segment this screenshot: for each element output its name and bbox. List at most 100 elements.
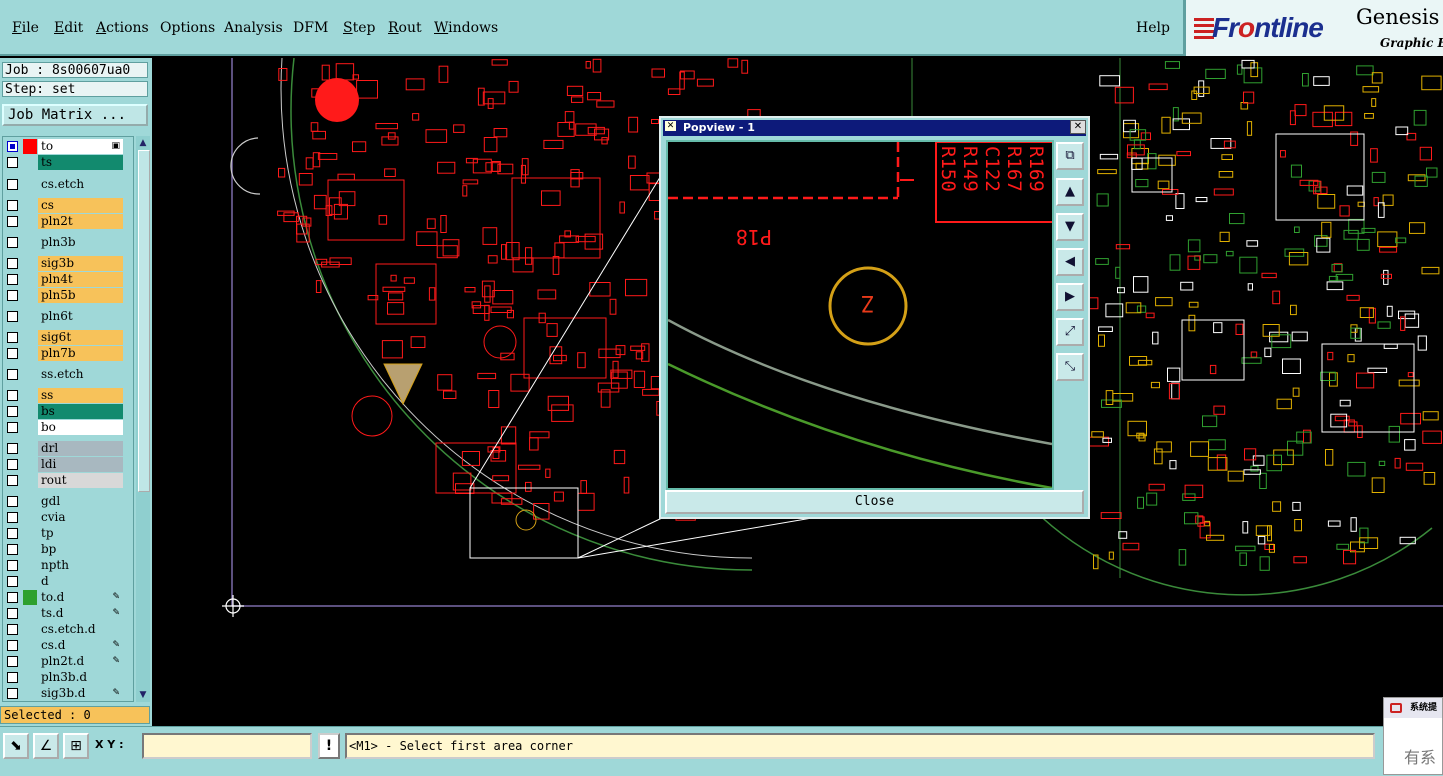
layer-checkbox[interactable] xyxy=(7,157,18,168)
layer-name[interactable]: bp xyxy=(38,542,123,557)
pan-up-button[interactable]: ▲ xyxy=(1056,178,1084,206)
layer-name[interactable]: pln2t xyxy=(38,214,123,229)
layer-name[interactable]: ldi xyxy=(38,457,123,472)
layer-name[interactable]: drl xyxy=(38,441,123,456)
window-menu-icon[interactable]: ✕ xyxy=(665,121,676,131)
layer-name[interactable]: pln7b xyxy=(38,346,123,361)
layer-name[interactable]: rout xyxy=(38,473,123,488)
layer-checkbox[interactable] xyxy=(7,422,18,433)
layer-row-ss-etch[interactable]: ss.etch xyxy=(5,367,123,382)
popview-canvas[interactable]: P18 R169 R167 C122 R149 R150 Z xyxy=(666,140,1054,490)
layer-row-ldi[interactable]: ldi xyxy=(5,457,123,472)
layer-row-cs-etch[interactable]: cs.etch xyxy=(5,177,123,192)
layer-name[interactable]: sig3b xyxy=(38,256,123,271)
menu-analysis[interactable]: Analysis xyxy=(224,20,283,36)
layer-checkbox[interactable] xyxy=(7,688,18,699)
layer-name[interactable]: cs.d xyxy=(38,638,123,653)
layer-name[interactable]: pln4t xyxy=(38,272,123,287)
layer-row-rout[interactable]: rout xyxy=(5,473,123,488)
layer-checkbox[interactable] xyxy=(7,459,18,470)
layer-row-ts[interactable]: ts xyxy=(5,155,123,170)
menu-file[interactable]: File xyxy=(12,20,39,36)
layer-name[interactable]: cs.etch.d xyxy=(38,622,123,637)
popview-window[interactable]: Popview - 1 ✕ ✕ P18 R169 R167 C122 R149 … xyxy=(659,116,1090,519)
scroll-up-icon[interactable]: ▲ xyxy=(137,137,149,149)
layer-checkbox[interactable] xyxy=(7,369,18,380)
zoom-in-button[interactable]: ⤢ xyxy=(1056,318,1084,346)
layer-row-sig6t[interactable]: sig6t xyxy=(5,330,123,345)
layer-row-d[interactable]: d xyxy=(5,574,123,589)
menu-options[interactable]: Options xyxy=(160,20,215,36)
menu-actions[interactable]: Actions xyxy=(96,20,149,36)
layer-row-pln3b[interactable]: pln3b xyxy=(5,235,123,250)
menu-rout[interactable]: Rout xyxy=(388,20,422,36)
layer-row-pln7b[interactable]: pln7b xyxy=(5,346,123,361)
layer-checkbox[interactable] xyxy=(7,216,18,227)
layer-checkbox[interactable] xyxy=(7,406,18,417)
layer-checkbox[interactable] xyxy=(7,528,18,539)
layer-row-npth[interactable]: npth xyxy=(5,558,123,573)
layer-checkbox[interactable] xyxy=(7,179,18,190)
layer-name[interactable]: cvia xyxy=(38,510,123,525)
layer-name[interactable]: d xyxy=(38,574,123,589)
layer-name[interactable]: ts xyxy=(38,155,123,170)
menu-windows[interactable]: Windows xyxy=(434,20,498,36)
layer-checkbox[interactable] xyxy=(7,544,18,555)
layer-checkbox[interactable] xyxy=(7,290,18,301)
layer-name[interactable]: pln3b xyxy=(38,235,123,250)
layer-name[interactable]: cs xyxy=(38,198,123,213)
layer-checkbox[interactable] xyxy=(7,348,18,359)
system-notification[interactable]: 系统提 有系 xyxy=(1383,697,1443,775)
layer-row-cs-etch-d[interactable]: cs.etch.d xyxy=(5,622,123,637)
layer-row-tp[interactable]: tp xyxy=(5,526,123,541)
layer-row-pln5b[interactable]: pln5b xyxy=(5,288,123,303)
layer-checkbox[interactable] xyxy=(7,640,18,651)
layer-name[interactable]: bo xyxy=(38,420,123,435)
layer-name[interactable]: npth xyxy=(38,558,123,573)
layer-name[interactable]: to xyxy=(38,139,123,154)
layer-row-pln6t[interactable]: pln6t xyxy=(5,309,123,324)
layer-row-bp[interactable]: bp xyxy=(5,542,123,557)
layer-checkbox[interactable] xyxy=(7,608,18,619)
pan-left-button[interactable]: ◀ xyxy=(1056,248,1084,276)
zoom-out-button[interactable]: ⤡ xyxy=(1056,353,1084,381)
layer-row-pln2t-d[interactable]: pln2t.d ✎ xyxy=(5,654,123,669)
layer-checkbox[interactable] xyxy=(7,592,18,603)
layer-checkbox[interactable] xyxy=(7,496,18,507)
popview-close-icon[interactable]: ✕ xyxy=(1070,120,1086,134)
layer-name[interactable]: cs.etch xyxy=(38,177,123,192)
menu-help[interactable]: Help xyxy=(1136,20,1170,36)
layer-row-sig3b[interactable]: sig3b xyxy=(5,256,123,271)
layer-row-drl[interactable]: drl xyxy=(5,441,123,456)
layer-checkbox[interactable] xyxy=(7,390,18,401)
layer-checkbox[interactable] xyxy=(7,141,18,152)
menu-edit[interactable]: Edit xyxy=(54,20,83,36)
layer-checkbox[interactable] xyxy=(7,656,18,667)
layer-row-ts-d[interactable]: ts.d ✎ xyxy=(5,606,123,621)
layer-name[interactable]: bs xyxy=(38,404,123,419)
layer-checkbox[interactable] xyxy=(7,475,18,486)
xy-input[interactable] xyxy=(142,733,312,759)
menu-dfm[interactable]: DFM xyxy=(293,20,328,36)
layer-name[interactable]: pln6t xyxy=(38,309,123,324)
scroll-thumb[interactable] xyxy=(138,150,150,492)
layer-scrollbar[interactable]: ▲ ▼ xyxy=(136,136,150,702)
pan-down-button[interactable]: ▼ xyxy=(1056,213,1084,241)
layer-row-to[interactable]: to ▣ xyxy=(5,139,123,154)
layer-row-cs[interactable]: cs xyxy=(5,198,123,213)
scroll-down-icon[interactable]: ▼ xyxy=(137,689,149,701)
layer-row-sig3b-d[interactable]: sig3b.d ✎ xyxy=(5,686,123,701)
layer-name[interactable]: pln5b xyxy=(38,288,123,303)
layer-row-to-d[interactable]: to.d ✎ xyxy=(5,590,123,605)
layer-row-pln4t[interactable]: pln4t xyxy=(5,272,123,287)
layer-checkbox[interactable] xyxy=(7,237,18,248)
layer-checkbox[interactable] xyxy=(7,560,18,571)
popview-close-button[interactable]: Close xyxy=(665,490,1084,514)
layer-row-bs[interactable]: bs xyxy=(5,404,123,419)
layer-name[interactable]: ss.etch xyxy=(38,367,123,382)
layer-name[interactable]: pln3b.d xyxy=(38,670,123,685)
layer-checkbox[interactable] xyxy=(7,443,18,454)
popview-title[interactable]: Popview - 1 xyxy=(663,120,1086,136)
layer-checkbox[interactable] xyxy=(7,274,18,285)
layer-row-pln3b-d[interactable]: pln3b.d xyxy=(5,670,123,685)
